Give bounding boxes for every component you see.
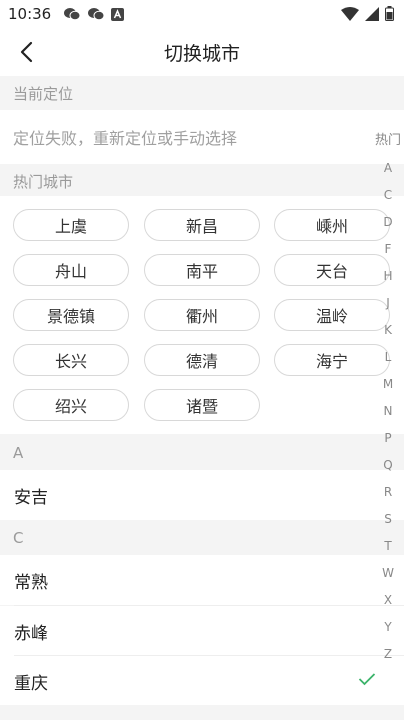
current-location-header: 当前定位 (0, 76, 404, 110)
index-letter[interactable]: Z (384, 641, 392, 668)
index-letter[interactable]: F (385, 236, 392, 263)
location-status-text: 定位失败，重新定位或手动选择 (13, 129, 238, 148)
index-letter[interactable]: D (383, 209, 392, 236)
hot-city-chip[interactable]: 长兴 (13, 344, 129, 376)
index-letter[interactable]: R (384, 479, 392, 506)
page-title: 切换城市 (163, 42, 240, 65)
section-header-c: C (0, 521, 404, 555)
section-header-a: A (0, 436, 404, 470)
back-button[interactable] (12, 38, 40, 66)
hot-city-chip[interactable]: 舟山 (13, 254, 129, 286)
wifi-icon (341, 6, 359, 21)
index-letter[interactable]: T (384, 533, 391, 560)
city-name: 安吉 (14, 487, 48, 508)
status-time: 10:36 (8, 5, 52, 23)
hot-city-chip[interactable]: 绍兴 (13, 389, 129, 421)
app-notification-icon (111, 7, 125, 21)
index-letter[interactable]: N (384, 398, 393, 425)
hot-city-chip[interactable]: 德清 (144, 344, 260, 376)
index-letter[interactable]: W (382, 560, 394, 587)
index-letter[interactable]: L (385, 344, 392, 371)
back-arrow-icon (20, 41, 33, 63)
hot-city-chip[interactable]: 诸暨 (144, 389, 260, 421)
index-letter[interactable]: S (384, 506, 392, 533)
hot-city-chip[interactable]: 南平 (144, 254, 260, 286)
hot-cities-header: 热门城市 (0, 164, 404, 198)
wechat-icon (64, 8, 81, 21)
city-name: 重庆 (14, 673, 48, 694)
index-letter[interactable]: X (384, 587, 392, 614)
hot-cities-grid: 上虞 新昌 嵊州 舟山 南平 天台 景德镇 衢州 温岭 长兴 德清 海宁 绍兴 … (0, 196, 404, 434)
nav-bar: 切换城市 (0, 28, 404, 76)
city-list-item-selected[interactable]: 重庆 (0, 656, 404, 706)
index-letter[interactable]: J (386, 290, 390, 317)
index-letter[interactable]: Q (383, 452, 392, 479)
signal-icon (365, 6, 379, 21)
hot-city-chip[interactable]: 上虞 (13, 209, 129, 241)
city-list-item[interactable]: 常熟 (0, 555, 404, 605)
index-letter[interactable]: K (384, 317, 392, 344)
city-list-item[interactable]: 安吉 (0, 470, 404, 520)
hot-city-chip[interactable]: 景德镇 (13, 299, 129, 331)
index-letter[interactable]: M (383, 371, 393, 398)
relocate-row[interactable]: 定位失败，重新定位或手动选择 (0, 110, 404, 164)
index-letter[interactable]: P (384, 425, 391, 452)
index-letter-hot[interactable]: 热门 (375, 128, 401, 155)
wechat-icon (88, 8, 105, 21)
index-letter[interactable]: Y (384, 614, 391, 641)
status-bar: 10:36 (0, 0, 404, 28)
bottom-strip (0, 705, 404, 720)
city-name: 常熟 (14, 572, 48, 593)
checkmark-icon (358, 673, 376, 686)
battery-icon (385, 6, 394, 21)
city-list-item[interactable]: 赤峰 (0, 606, 404, 656)
hot-city-chip[interactable]: 新昌 (144, 209, 260, 241)
city-name: 赤峰 (14, 623, 48, 644)
index-letter[interactable]: A (384, 155, 392, 182)
alphabet-index-bar[interactable]: 热门 A C D F H J K L M N P Q R S T W X Y Z (372, 128, 404, 668)
index-letter[interactable]: C (384, 182, 392, 209)
hot-city-chip[interactable]: 衢州 (144, 299, 260, 331)
index-letter[interactable]: H (383, 263, 392, 290)
